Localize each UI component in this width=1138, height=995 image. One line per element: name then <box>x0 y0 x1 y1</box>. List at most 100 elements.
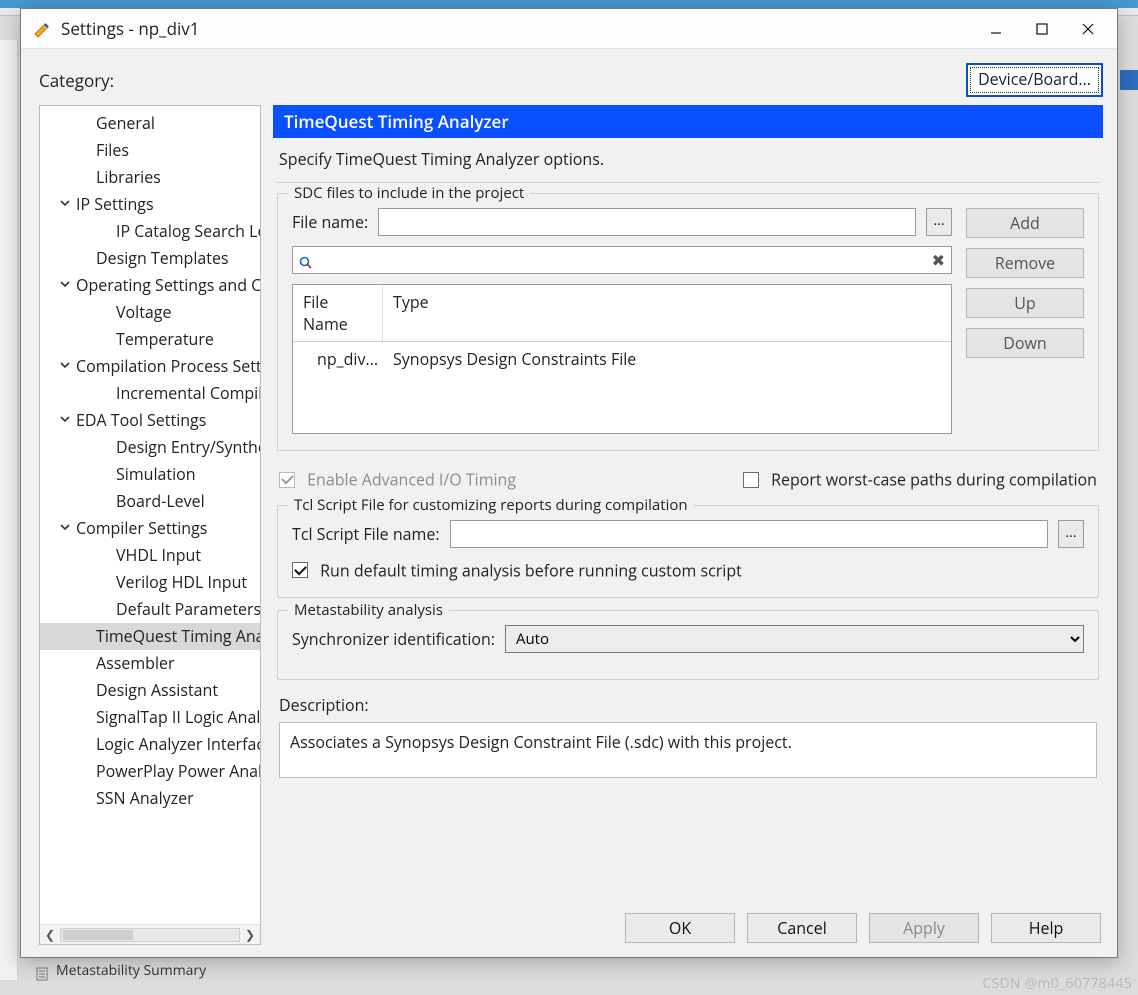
tree-item-label: Design Entry/Synthesis <box>116 436 260 458</box>
tree-item-incremental-compilation[interactable]: Incremental Compilation <box>40 380 260 407</box>
tree-item-operating-settings-and-conditions[interactable]: Operating Settings and Conditions <box>40 272 260 299</box>
window-title: Settings - np_div1 <box>61 17 973 40</box>
chevron-down-icon[interactable] <box>60 360 70 370</box>
checkbox-icon[interactable] <box>743 472 759 488</box>
chevron-down-icon[interactable] <box>60 522 70 532</box>
up-button[interactable]: Up <box>966 288 1084 318</box>
tree-item-label: VHDL Input <box>116 544 201 566</box>
cancel-button[interactable]: Cancel <box>747 913 857 943</box>
tree-item-compiler-settings[interactable]: Compiler Settings <box>40 515 260 542</box>
scroll-left-icon[interactable]: ❮ <box>42 926 58 943</box>
tree-item-assembler[interactable]: Assembler <box>40 650 260 677</box>
category-label: Category: <box>39 69 114 92</box>
tree-item-label: PowerPlay Power Analyzer <box>96 760 260 782</box>
tree-item-label: Compilation Process Settings <box>76 355 260 377</box>
down-button[interactable]: Down <box>966 328 1084 358</box>
tree-item-label: General <box>96 112 155 134</box>
settings-dialog: Settings - np_div1 Category: Device/Boar… <box>20 8 1118 958</box>
tree-item-label: Incremental Compilation <box>116 382 260 404</box>
tree-item-label: Design Assistant <box>96 679 218 701</box>
scroll-right-icon[interactable]: ❯ <box>242 926 258 943</box>
sdc-file-table[interactable]: File Name Type np_div... Synopsys Design… <box>292 284 952 434</box>
close-button[interactable] <box>1065 13 1111 45</box>
enable-advanced-io-checkbox: Enable Advanced I/O Timing <box>279 467 516 491</box>
tree-item-label: Board-Level <box>116 490 205 512</box>
minimize-button[interactable] <box>973 13 1019 45</box>
tree-item-label: Design Templates <box>96 247 229 269</box>
tree-item-verilog-hdl-input[interactable]: Verilog HDL Input <box>40 569 260 596</box>
titlebar[interactable]: Settings - np_div1 <box>21 9 1117 49</box>
tree-item-label: SignalTap II Logic Analyzer <box>96 706 260 728</box>
sdc-legend: SDC files to include in the project <box>288 183 530 203</box>
run-default-checkbox[interactable]: Run default timing analysis before runni… <box>292 558 742 580</box>
panel-subtitle: Specify TimeQuest Timing Analyzer option… <box>277 138 1099 183</box>
checkbox-icon <box>279 472 295 488</box>
device-board-button[interactable]: Device/Board... <box>966 63 1103 97</box>
tree-item-ssn-analyzer[interactable]: SSN Analyzer <box>40 785 260 812</box>
tree-item-label: EDA Tool Settings <box>76 409 206 431</box>
tree-item-general[interactable]: General <box>40 110 260 137</box>
chevron-down-icon[interactable] <box>60 198 70 208</box>
tree-item-design-entry-synthesis[interactable]: Design Entry/Synthesis <box>40 434 260 461</box>
tree-item-compilation-process-settings[interactable]: Compilation Process Settings <box>40 353 260 380</box>
tree-item-label: TimeQuest Timing Analyzer <box>96 625 260 647</box>
tree-item-temperature[interactable]: Temperature <box>40 326 260 353</box>
tree-item-libraries[interactable]: Libraries <box>40 164 260 191</box>
description-label: Description: <box>279 694 1097 716</box>
tree-item-label: SSN Analyzer <box>96 787 194 809</box>
tree-item-design-templates[interactable]: Design Templates <box>40 245 260 272</box>
ok-button[interactable]: OK <box>625 913 735 943</box>
tree-item-design-assistant[interactable]: Design Assistant <box>40 677 260 704</box>
filter-input[interactable]: ✖ <box>292 246 952 274</box>
tree-item-label: Libraries <box>96 166 161 188</box>
chevron-down-icon[interactable] <box>60 279 70 289</box>
file-name-input[interactable] <box>378 208 916 236</box>
maximize-button[interactable] <box>1019 13 1065 45</box>
tree-item-ip-catalog-search-locations[interactable]: IP Catalog Search Locations <box>40 218 260 245</box>
remove-button[interactable]: Remove <box>966 248 1084 278</box>
file-name-browse-button[interactable]: ... <box>926 208 952 236</box>
tree-item-ip-settings[interactable]: IP Settings <box>40 191 260 218</box>
tcl-name-label: Tcl Script File name: <box>292 523 440 545</box>
checkbox-icon[interactable] <box>292 562 308 578</box>
tree-item-label: Assembler <box>96 652 175 674</box>
sync-id-combo[interactable]: Auto <box>505 625 1084 653</box>
tcl-browse-button[interactable]: ... <box>1058 520 1084 548</box>
tree-item-eda-tool-settings[interactable]: EDA Tool Settings <box>40 407 260 434</box>
table-row[interactable]: np_div... Synopsys Design Constraints Fi… <box>293 342 951 376</box>
tree-item-simulation[interactable]: Simulation <box>40 461 260 488</box>
category-tree[interactable]: General Files Libraries IP SettingsIP Catal… <box>39 105 261 945</box>
tcl-groupbox: Tcl Script File for customizing reports … <box>277 505 1099 599</box>
report-worst-case-checkbox[interactable]: Report worst-case paths during compilati… <box>743 467 1097 491</box>
tree-item-label: Temperature <box>116 328 214 350</box>
tree-item-powerplay-power-analyzer[interactable]: PowerPlay Power Analyzer <box>40 758 260 785</box>
bg-tree-item: Metastability Summary <box>56 961 206 980</box>
tree-item-board-level[interactable]: Board-Level <box>40 488 260 515</box>
file-name-label: File name: <box>292 211 368 233</box>
tree-item-signaltap-ii-logic-analyzer[interactable]: SignalTap II Logic Analyzer <box>40 704 260 731</box>
app-icon <box>33 20 51 38</box>
apply-button[interactable]: Apply <box>869 913 979 943</box>
tree-item-label: Simulation <box>116 463 196 485</box>
chevron-down-icon[interactable] <box>60 414 70 424</box>
tree-item-default-parameters[interactable]: Default Parameters <box>40 596 260 623</box>
tree-hscrollbar[interactable]: ❮ ❯ <box>40 924 260 944</box>
tree-item-logic-analyzer-interface[interactable]: Logic Analyzer Interface <box>40 731 260 758</box>
tree-item-label: Voltage <box>116 301 171 323</box>
tree-item-vhdl-input[interactable]: VHDL Input <box>40 542 260 569</box>
tree-item-label: Operating Settings and Conditions <box>76 274 260 296</box>
description-text: Associates a Synopsys Design Constraint … <box>279 722 1097 778</box>
tree-item-voltage[interactable]: Voltage <box>40 299 260 326</box>
add-button[interactable]: Add <box>966 208 1084 238</box>
col-type[interactable]: Type <box>383 285 951 341</box>
tree-item-timequest-timing-analyzer[interactable]: TimeQuest Timing Analyzer <box>40 623 260 650</box>
meta-legend: Metastability analysis <box>288 600 449 620</box>
help-button[interactable]: Help <box>991 913 1101 943</box>
tree-item-files[interactable]: Files <box>40 137 260 164</box>
tcl-legend: Tcl Script File for customizing reports … <box>288 495 694 515</box>
col-file-name[interactable]: File Name <box>293 285 383 341</box>
tree-item-label: Files <box>96 139 129 161</box>
tcl-name-input[interactable] <box>450 520 1048 548</box>
tree-item-label: Compiler Settings <box>76 517 207 539</box>
clear-filter-icon[interactable]: ✖ <box>932 249 945 271</box>
